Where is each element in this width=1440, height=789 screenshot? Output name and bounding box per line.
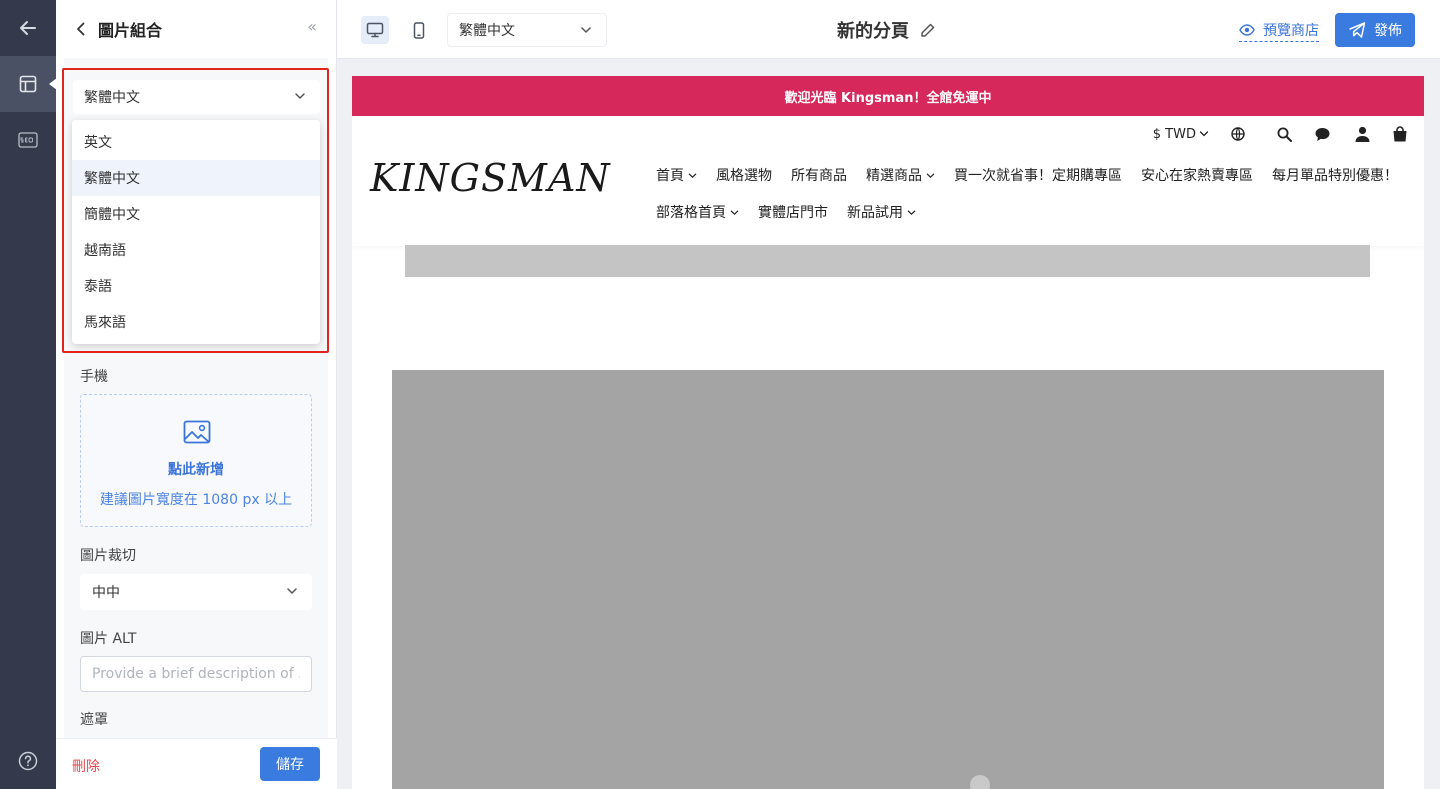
currency-selector[interactable]: $ TWD — [1153, 127, 1209, 142]
image-placeholder-block — [392, 370, 1384, 789]
topbar-language-select[interactable]: 繁體中文 — [447, 13, 607, 47]
upload-add-label: 點此新增 — [168, 462, 224, 478]
account-button[interactable] — [1355, 126, 1370, 142]
seo-icon — [18, 132, 38, 148]
main-nav-row-1: 首頁 風格選物 所有商品 精選商品 買一次就省事！定期購專區 安心在家熱賣專區 … — [656, 165, 1417, 185]
chevron-down-icon — [926, 172, 935, 178]
crop-select[interactable]: 中中 — [80, 574, 312, 610]
nav-item-all-products[interactable]: 所有商品 — [791, 165, 847, 185]
nav-item-subscription[interactable]: 買一次就省事！定期購專區 — [954, 165, 1122, 185]
search-button[interactable] — [1277, 127, 1292, 142]
alt-text-input[interactable] — [80, 656, 312, 692]
collapse-panel-icon[interactable]: « — [307, 17, 317, 36]
image-placeholder-strip — [405, 245, 1370, 277]
left-rail — [0, 0, 57, 789]
nav-item-stores[interactable]: 實體店門市 — [758, 202, 828, 222]
desktop-view-button[interactable] — [361, 16, 389, 44]
mobile-label: 手機 — [80, 369, 108, 385]
chevron-down-icon — [1199, 131, 1209, 137]
chevron-down-icon — [287, 588, 297, 594]
nav-item-featured[interactable]: 精選商品 — [866, 165, 935, 185]
user-icon — [1355, 126, 1370, 142]
image-icon — [183, 420, 211, 444]
highlight-annotation-box — [62, 68, 329, 353]
announcement-bar: 歡迎光臨 Kingsman！全館免運中 — [352, 76, 1424, 116]
mobile-icon — [413, 21, 425, 39]
upload-hint: 建議圖片寬度在 1080 px 以上 — [99, 492, 293, 508]
nav-item-home[interactable]: 首頁 — [656, 165, 697, 185]
search-icon — [1277, 127, 1292, 142]
chevron-down-icon — [688, 172, 697, 178]
preview-store-label: 預覽商店 — [1263, 23, 1319, 39]
help-button[interactable] — [18, 751, 38, 775]
currency-value: $ TWD — [1152, 126, 1196, 142]
chat-button[interactable] — [1314, 127, 1331, 142]
store-preview: 歡迎光臨 Kingsman！全館免運中 $ TWD KINGSMAN 首頁 風格… — [352, 76, 1424, 789]
utility-bar: $ TWD — [1153, 126, 1408, 142]
preview-store-link[interactable]: 預覽商店 — [1239, 20, 1319, 42]
delete-button[interactable]: 刪除 — [72, 756, 100, 776]
publish-button[interactable]: 發佈 — [1335, 13, 1415, 47]
seo-button[interactable] — [0, 112, 56, 168]
back-button[interactable] — [0, 0, 56, 56]
panel-title: 圖片組合 — [98, 21, 163, 40]
chevron-down-icon — [730, 209, 739, 215]
save-button[interactable]: 儲存 — [260, 747, 320, 781]
nav-item-trial[interactable]: 新品試用 — [847, 202, 916, 222]
mobile-view-button[interactable] — [405, 16, 433, 44]
nav-item-style-picks[interactable]: 風格選物 — [716, 165, 772, 185]
cart-button[interactable] — [1392, 126, 1408, 142]
send-icon — [1349, 22, 1366, 38]
chat-icon — [1315, 127, 1330, 141]
site-header: $ TWD KINGSMAN 首頁 風格選物 所有商品 精選商品 買一次就省事！… — [352, 116, 1424, 246]
panel-footer: 刪除 儲存 — [56, 738, 337, 789]
crop-value: 中中 — [92, 585, 120, 601]
page-title: 新的分頁 — [837, 17, 936, 43]
language-button[interactable] — [1231, 127, 1245, 141]
page-title-text: 新的分頁 — [837, 21, 909, 42]
alt-label: 圖片 ALT — [80, 631, 137, 647]
crop-label: 圖片裁切 — [80, 548, 136, 564]
carousel-indicator[interactable] — [970, 775, 990, 789]
top-bar: 繁體中文 新的分頁 預覽商店 發佈 — [337, 0, 1440, 59]
nav-item-home-bestsellers[interactable]: 安心在家熱賣專區 — [1141, 165, 1253, 185]
image-upload-area[interactable]: 點此新增 建議圖片寬度在 1080 px 以上 — [80, 394, 312, 527]
eye-icon — [1239, 24, 1255, 36]
chevron-down-icon — [907, 209, 916, 215]
chevron-down-icon — [581, 27, 591, 33]
publish-label: 發佈 — [1374, 23, 1402, 39]
back-arrow-icon — [20, 21, 36, 35]
mask-label: 遮罩 — [80, 712, 108, 728]
help-icon — [18, 751, 38, 771]
store-logo[interactable]: KINGSMAN — [370, 156, 611, 200]
nav-item-blog[interactable]: 部落格首頁 — [656, 202, 739, 222]
nav-item-monthly-deals[interactable]: 每月單品特別優惠！ — [1272, 165, 1398, 185]
chevron-left-icon[interactable] — [76, 22, 86, 36]
panel-header: 圖片組合 « — [56, 0, 337, 58]
bag-icon — [1393, 126, 1407, 142]
topbar-language-value: 繁體中文 — [459, 23, 515, 39]
main-nav-row-2: 部落格首頁 實體店門市 新品試用 — [656, 202, 935, 222]
layout-icon — [19, 75, 37, 93]
layout-button[interactable] — [0, 56, 57, 112]
pencil-icon[interactable] — [919, 22, 936, 39]
desktop-icon — [366, 22, 384, 38]
globe-icon — [1231, 127, 1245, 141]
